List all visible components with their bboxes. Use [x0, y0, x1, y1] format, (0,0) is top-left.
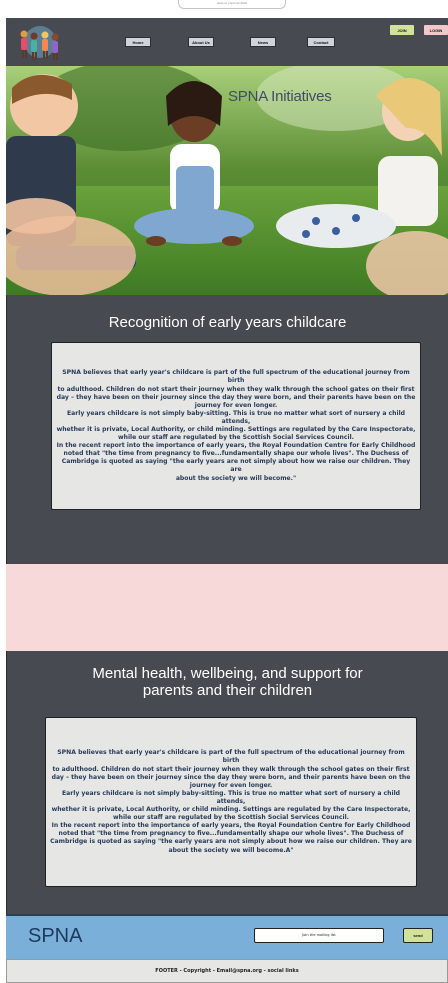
nav-contact-link[interactable]: Contact: [307, 37, 335, 47]
nav-home-link[interactable]: Home: [125, 37, 151, 47]
card-body-text: SPNA believes that early year's childcar…: [50, 749, 412, 854]
send-button[interactable]: send: [403, 928, 433, 943]
login-button[interactable]: LOGIN: [424, 25, 448, 35]
top-strip: www.xx | April 22 2022: [0, 0, 448, 18]
mailing-list-bar: SPNA Join the mailing list send: [6, 914, 448, 959]
hero-banner: SPNA Initiatives: [6, 66, 448, 295]
top-pill: www.xx | April 22 2022: [178, 0, 286, 9]
nav-news-link[interactable]: News: [250, 37, 276, 47]
navbar: Home About Us News Contact JOIN LOGIN: [6, 18, 448, 66]
hero-title: SPNA Initiatives: [228, 88, 332, 105]
card-body-text: SPNA believes that early year's childcar…: [56, 369, 416, 482]
section-mental-health: Mental health, wellbeing, and support fo…: [6, 651, 448, 914]
children-logo-icon[interactable]: [10, 24, 68, 64]
info-card: SPNA believes that early year's childcar…: [51, 342, 421, 510]
pink-divider-band: [6, 564, 448, 651]
nav-about-link[interactable]: About Us: [188, 37, 214, 47]
children-playing-photo: [6, 66, 448, 295]
mailing-list-input[interactable]: Join the mailing list: [254, 928, 384, 943]
info-card: SPNA believes that early year's childcar…: [45, 717, 417, 887]
join-button[interactable]: JOIN: [390, 25, 414, 35]
section-title: Recognition of early years childcare: [108, 314, 347, 331]
section-early-years: Recognition of early years childcare SPN…: [6, 295, 448, 564]
footer: FOOTER - Copyright - Email@spna.org - so…: [6, 959, 448, 983]
section-title: Mental health, wellbeing, and support fo…: [92, 665, 363, 699]
brand-logo-text: SPNA: [28, 925, 83, 947]
